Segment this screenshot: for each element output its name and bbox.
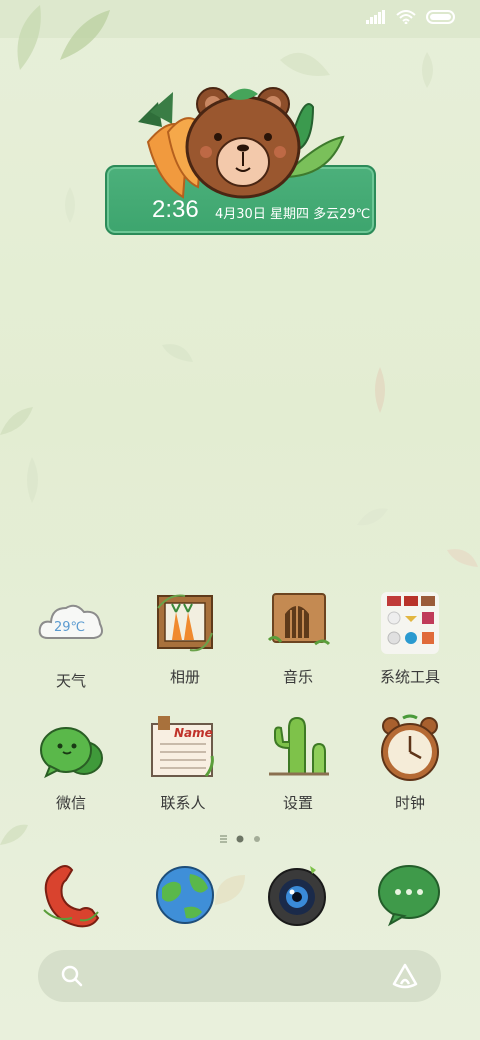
wechat-icon — [40, 727, 103, 779]
leaf-decoration — [17, 5, 110, 70]
camera-icon[interactable] — [262, 860, 332, 930]
leaf-decoration — [447, 549, 478, 567]
app-label: 相册 — [169, 668, 200, 686]
contacts-note-text: Name — [174, 726, 213, 740]
signal-icon — [366, 10, 385, 24]
app-label: 音乐 — [282, 668, 313, 686]
battery-icon — [426, 10, 455, 24]
wifi-icon — [396, 10, 416, 24]
phone-icon[interactable] — [36, 860, 106, 930]
gallery-frame-icon — [157, 594, 213, 652]
leaf-decoration — [280, 52, 330, 76]
messages-icon[interactable] — [374, 860, 444, 930]
music-box-icon — [267, 593, 331, 646]
page-indicator-dots — [220, 835, 260, 843]
browser-globe-icon[interactable] — [150, 860, 220, 930]
leaf-decoration — [422, 52, 433, 88]
search-icon[interactable] — [60, 964, 84, 988]
app-label: 设置 — [282, 794, 313, 812]
app-label: 微信 — [55, 794, 86, 812]
contacts-notepad-icon — [151, 716, 214, 777]
leaf-decoration — [27, 457, 38, 503]
alarm-clock-icon — [381, 714, 439, 781]
search-bar[interactable] — [38, 950, 441, 1002]
app-label: 系统工具 — [379, 668, 440, 686]
page-indicator[interactable] — [0, 830, 480, 843]
bear-mascot-icon — [138, 87, 345, 199]
app-label: 时钟 — [394, 794, 425, 812]
system-tools-folder-icon — [381, 592, 439, 654]
leaf-decoration — [162, 344, 193, 362]
app-label: 联系人 — [160, 794, 206, 812]
leaf-decoration — [65, 187, 75, 223]
cactus-settings-icon — [269, 716, 329, 776]
leaf-decoration — [0, 407, 33, 435]
leaf-decoration — [375, 367, 385, 413]
app-label: 天气 — [55, 672, 86, 690]
assistant-icon[interactable] — [391, 962, 419, 990]
clock-date: 4月30日 星期四 多云29℃ — [215, 207, 371, 222]
weather-temperature: 29℃ — [54, 620, 86, 635]
leaf-decoration — [357, 508, 388, 526]
